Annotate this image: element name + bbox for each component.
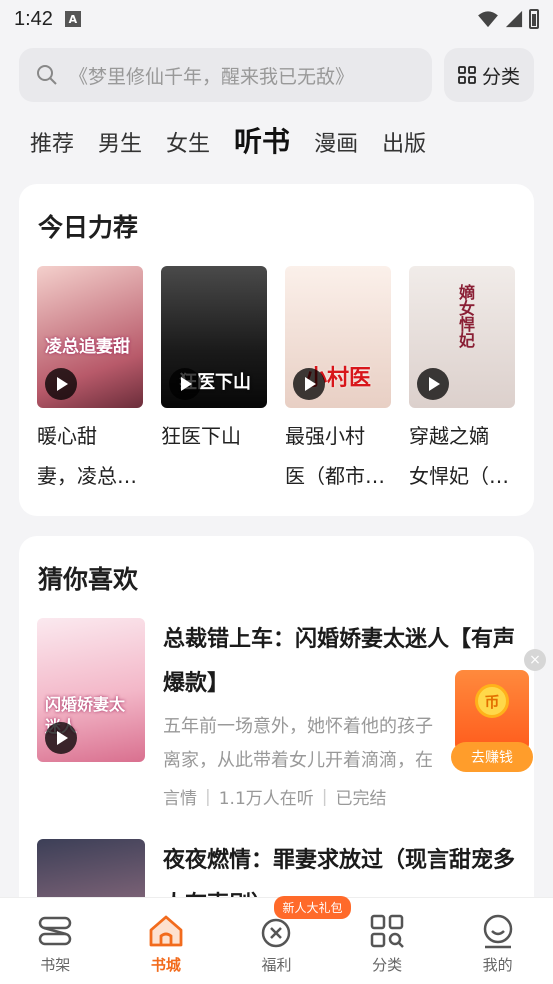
search-icon	[37, 65, 57, 85]
wifi-icon	[478, 11, 498, 28]
status-bar: 1:42 A	[0, 0, 553, 38]
recommend-item[interactable]: 狂医下山 狂医下山	[161, 266, 267, 496]
tab-recommend[interactable]: 推荐	[30, 126, 74, 158]
tab-male[interactable]: 男生	[98, 126, 142, 158]
genre-tag: 言情	[163, 789, 197, 809]
red-envelope-icon: 币	[455, 670, 529, 752]
nav-label: 分类	[372, 956, 403, 974]
battery-icon	[529, 9, 539, 29]
play-icon[interactable]	[293, 368, 325, 400]
search-input[interactable]: 《梦里修仙千年，醒来我已无敌》	[19, 48, 432, 102]
book-name: 狂医下山	[161, 424, 241, 448]
category-icon	[370, 914, 404, 948]
listener-count: 1.1万人在听	[218, 789, 314, 809]
play-icon[interactable]	[45, 368, 77, 400]
category-button[interactable]: 分类	[444, 48, 534, 102]
recommend-list: 凌总追妻甜 暖心甜 妻，凌总… 狂医下山 狂医下山 小村医 最强小村 医（都市… 嫡…	[19, 244, 534, 496]
search-row: 《梦里修仙千年，醒来我已无敌》 分类	[19, 48, 534, 102]
tab-comic[interactable]: 漫画	[314, 126, 358, 158]
book-name: 最强小村 医（都市…	[285, 424, 385, 488]
new-user-gift-badge: 新人大礼包	[274, 896, 351, 919]
nav-bookshelf[interactable]: 书架	[15, 912, 95, 984]
tab-audiobook[interactable]: 听书	[234, 120, 290, 160]
nav-bookstore[interactable]: 书城	[126, 912, 206, 984]
bookshelf-icon	[39, 916, 72, 946]
home-icon	[149, 915, 183, 947]
recommend-card: 今日力荐 凌总追妻甜 暖心甜 妻，凌总… 狂医下山 狂医下山 小村医 最强小村 医（…	[19, 184, 534, 516]
nav-label: 书城	[150, 956, 181, 974]
category-button-label: 分类	[481, 65, 520, 88]
nav-label: 我的	[482, 956, 513, 974]
search-placeholder: 《梦里修仙千年，醒来我已无敌》	[69, 65, 355, 88]
book-cover: 小村医	[285, 266, 391, 408]
play-icon[interactable]	[417, 368, 449, 400]
recommend-item[interactable]: 嫡女悍妃 穿越之嫡 女悍妃（…	[409, 266, 515, 496]
play-icon[interactable]	[169, 368, 201, 400]
recommend-item[interactable]: 小村医 最强小村 医（都市…	[285, 266, 391, 496]
coin-icon: 币	[475, 684, 509, 718]
play-icon[interactable]	[45, 722, 77, 754]
tab-female[interactable]: 女生	[166, 126, 210, 158]
bottom-nav: 书架 书城 新人大礼包 福利 分类 我的	[0, 896, 553, 984]
book-cover: 凌总追妻甜	[37, 266, 143, 408]
cover-title: 嫡女悍妃	[456, 284, 475, 348]
tab-publish[interactable]: 出版	[382, 126, 426, 158]
nav-category[interactable]: 分类	[347, 912, 427, 984]
status-icons	[477, 9, 539, 29]
book-name: 暖心甜 妻，凌总…	[37, 424, 137, 488]
book-cover: 嫡女悍妃	[409, 266, 515, 408]
book-cover: 狂医下山	[161, 266, 267, 408]
nav-label: 书架	[40, 956, 71, 974]
guess-book-meta: 言情 | 1.1万人在听 | 已完结	[163, 784, 516, 810]
earn-money-button[interactable]: 去赚钱	[451, 742, 533, 772]
signal-icon	[505, 10, 523, 28]
book-status: 已完结	[335, 789, 387, 809]
nav-welfare[interactable]: 新人大礼包 福利	[236, 896, 351, 984]
recommend-item[interactable]: 凌总追妻甜 暖心甜 妻，凌总…	[37, 266, 143, 496]
grid-icon	[458, 66, 476, 84]
recommend-title: 今日力荐	[38, 213, 139, 242]
guess-title: 猜你喜欢	[38, 565, 139, 594]
notification-icon: A	[64, 11, 81, 27]
status-time: 1:42	[14, 7, 53, 30]
close-icon[interactable]: ×	[524, 649, 546, 671]
profile-icon	[483, 914, 512, 949]
nav-label: 福利	[261, 956, 292, 974]
reward-float[interactable]: 币 去赚钱	[451, 670, 533, 772]
book-cover: 闪婚娇妻太迷人	[37, 618, 145, 762]
cover-title: 凌总追妻甜	[45, 337, 130, 357]
book-name: 穿越之嫡 女悍妃（…	[409, 424, 509, 488]
channel-tabs: 推荐 男生 女生 听书 漫画 出版	[30, 120, 426, 160]
nav-profile[interactable]: 我的	[458, 912, 538, 984]
